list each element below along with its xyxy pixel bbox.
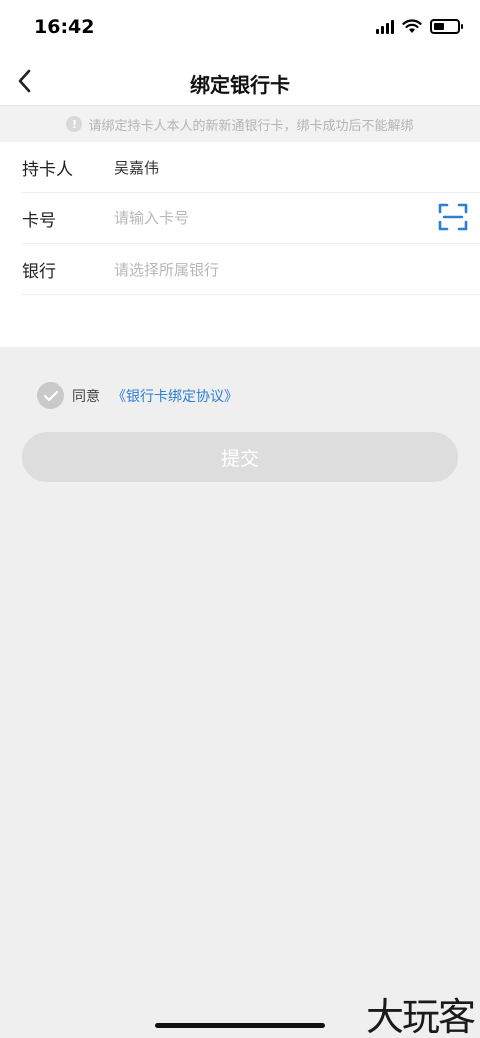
holder-value: 吴嘉伟 — [114, 158, 160, 177]
signal-icon — [376, 19, 394, 34]
check-icon — [43, 390, 58, 401]
wifi-icon — [402, 19, 422, 33]
card-number-row: 卡号 — [22, 193, 480, 244]
bank-card-form: 持卡人 吴嘉伟 卡号 银行 请选择所属银行 — [0, 142, 480, 347]
notice-banner: ! 请绑定持卡人本人的新新通银行卡，绑卡成功后不能解绑 — [0, 106, 480, 142]
bank-label: 银行 — [22, 261, 56, 282]
notice-text: 请绑定持卡人本人的新新通银行卡，绑卡成功后不能解绑 — [88, 118, 414, 134]
home-indicator — [155, 1023, 325, 1028]
status-icons — [376, 19, 463, 34]
agreement-checkbox[interactable] — [37, 382, 64, 409]
watermark: 大玩客 — [365, 995, 476, 1038]
nav-bar: 绑定银行卡 — [0, 56, 480, 106]
agreement-prefix: 同意 — [72, 388, 100, 405]
holder-row: 持卡人 吴嘉伟 — [22, 142, 480, 193]
scan-card-button[interactable] — [438, 202, 468, 232]
scan-icon — [438, 203, 468, 231]
agreement-row: 同意 《银行卡绑定协议》 — [37, 382, 238, 409]
bank-select[interactable]: 请选择所属银行 — [114, 259, 219, 280]
submit-button[interactable]: 提交 — [22, 432, 458, 482]
battery-level — [434, 23, 444, 30]
status-time: 16:42 — [34, 16, 95, 38]
page-title: 绑定银行卡 — [190, 73, 290, 97]
info-icon: ! — [66, 116, 83, 132]
status-bar: 16:42 — [0, 0, 480, 56]
card-number-label: 卡号 — [22, 210, 56, 231]
card-number-input[interactable] — [114, 209, 414, 227]
agreement-link[interactable]: 《银行卡绑定协议》 — [112, 386, 238, 406]
battery-icon — [430, 19, 463, 34]
bank-row[interactable]: 银行 请选择所属银行 — [22, 244, 480, 295]
holder-label: 持卡人 — [22, 159, 73, 180]
